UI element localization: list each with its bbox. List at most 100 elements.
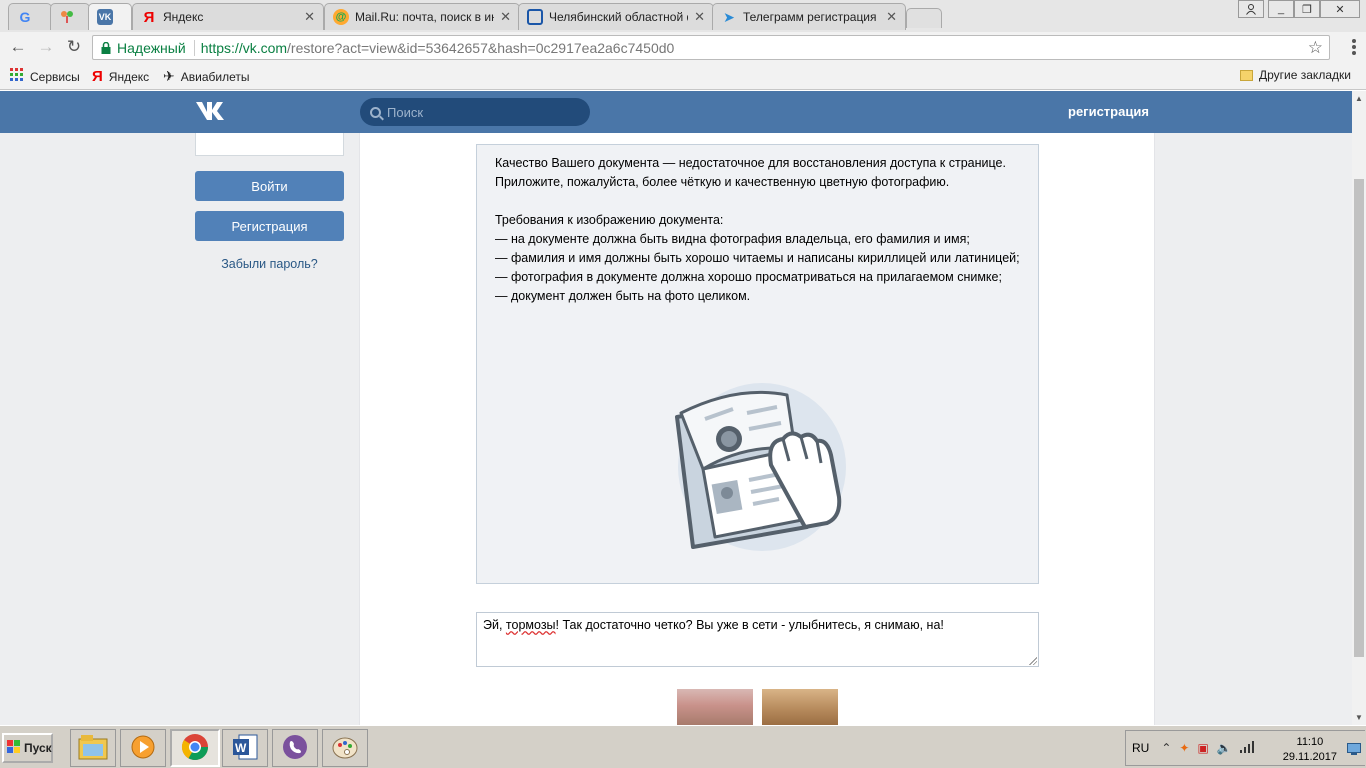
windows-logo-icon <box>7 739 21 757</box>
viber-icon <box>281 733 309 764</box>
paint-icon <box>331 733 359 764</box>
mailru-icon: @ <box>333 9 349 25</box>
bookmark-avia[interactable]: ✈ Авиабилеты <box>163 68 249 85</box>
password-field[interactable] <box>195 133 344 156</box>
bookmark-label: Авиабилеты <box>180 69 250 84</box>
menu-icon[interactable] <box>1352 39 1356 57</box>
start-label: Пуск <box>24 741 52 755</box>
bookmark-label: Сервисы <box>30 69 80 84</box>
file-manager-icon <box>78 734 108 763</box>
tab-strip: G VK Я Яндекс ✕ @ Mail.Ru: почта, поиск … <box>0 0 1366 32</box>
passport-illustration <box>667 377 852 552</box>
comment-rest: ! Так достаточно четко? Вы уже в сети - … <box>555 618 944 632</box>
close-window-button[interactable]: ✕ <box>1320 0 1360 18</box>
login-button[interactable]: Войти <box>195 171 344 201</box>
taskbar-paint[interactable] <box>322 729 368 767</box>
attached-photo-thumbnail[interactable] <box>677 689 753 725</box>
clock-time: 11:10 <box>1296 736 1324 748</box>
taskbar-word[interactable]: W <box>222 729 268 767</box>
signal-icon[interactable] <box>1239 740 1254 756</box>
tray-icons: ⌃ ✦ ▣ 🔈 <box>1161 740 1254 756</box>
taskbar-file-manager[interactable] <box>70 729 116 767</box>
document-icon <box>527 9 543 25</box>
taskbar-chrome[interactable] <box>170 729 220 767</box>
attached-photo-thumbnail[interactable] <box>762 689 838 725</box>
close-icon[interactable]: ✕ <box>694 9 705 25</box>
google-icon: G <box>19 9 31 25</box>
page-scrollbar[interactable]: ▲ ▼ <box>1352 91 1366 725</box>
profile-icon[interactable] <box>1238 0 1264 18</box>
yandex-browser-icon <box>59 9 75 25</box>
vk-logo[interactable] <box>195 100 229 128</box>
bookmark-yandex[interactable]: Я Яндекс <box>92 68 149 85</box>
taskbar-viber[interactable] <box>272 729 318 767</box>
new-tab-button[interactable] <box>906 8 942 28</box>
yandex-icon: Я <box>143 8 155 26</box>
tab-chelyabinsk[interactable]: Челябинский областной ф ✕ <box>518 3 714 30</box>
tab-google[interactable]: G <box>8 3 52 30</box>
search-input[interactable]: Поиск <box>360 98 590 126</box>
minimize-button[interactable]: _ <box>1268 0 1294 18</box>
close-icon[interactable]: ✕ <box>500 9 511 25</box>
tab-vk[interactable]: VK <box>88 3 132 30</box>
forgot-password-link[interactable]: Забыли пароль? <box>195 257 344 271</box>
url-path: /restore?act=view&id=53642657&hash=0c291… <box>287 39 675 56</box>
scroll-up-icon[interactable]: ▲ <box>1355 94 1363 103</box>
tab-telegram[interactable]: ➤ Телеграмм регистрация | ✕ <box>712 3 906 30</box>
chrome-icon <box>180 732 210 765</box>
restore-button[interactable]: ❐ <box>1294 0 1320 18</box>
misspelled-word: тормозы <box>505 618 556 632</box>
other-bookmarks-label: Другие закладки <box>1259 68 1351 82</box>
plane-icon: ✈ <box>163 68 175 84</box>
tab-mailru[interactable]: @ Mail.Ru: почта, поиск в ин ✕ <box>324 3 520 30</box>
bookmark-services[interactable]: Сервисы <box>10 68 80 85</box>
secure-label: Надежный <box>117 39 186 56</box>
address-bar[interactable]: Надежный https://vk.com/restore?act=view… <box>92 35 1330 60</box>
start-button[interactable]: Пуск <box>2 733 53 763</box>
forward-button[interactable]: → <box>34 36 58 58</box>
login-sidebar: Войти Регистрация Забыли пароль? <box>195 133 345 725</box>
register-button[interactable]: Регистрация <box>195 211 344 241</box>
url-text: https://vk.com/restore?act=view&id=53642… <box>201 40 675 56</box>
document-quality-notice: Качество Вашего документа — недостаточно… <box>476 144 1039 584</box>
comment-textarea[interactable]: Эй, тормозы! Так достаточно четко? Вы уж… <box>476 612 1039 667</box>
comment-prefix: Эй, <box>483 618 506 632</box>
search-placeholder: Поиск <box>387 104 424 120</box>
tab-yandex-browser[interactable] <box>50 3 90 30</box>
close-icon[interactable]: ✕ <box>304 9 315 25</box>
tab-yandex[interactable]: Я Яндекс ✕ <box>132 3 324 30</box>
notice-text: Качество Вашего документа — недостаточно… <box>495 156 1020 303</box>
tab-title: Яндекс <box>163 10 204 24</box>
reload-button[interactable]: ↻ <box>62 36 86 58</box>
telegram-icon: ➤ <box>723 8 735 25</box>
url-host: https://vk.com <box>200 39 288 56</box>
vk-header: Поиск регистрация <box>0 91 1352 133</box>
divider <box>193 39 195 56</box>
volume-icon[interactable]: 🔈 <box>1217 741 1232 755</box>
svg-text:W: W <box>235 741 247 755</box>
taskbar: Пуск W RU ⌃ ✦ ▣ 🔈 11:10 29.11.2017 <box>0 725 1366 768</box>
antivirus-icon[interactable]: ✦ <box>1179 741 1189 755</box>
scroll-down-icon[interactable]: ▼ <box>1355 713 1363 722</box>
close-icon[interactable]: ✕ <box>886 9 897 25</box>
tab-title: Челябинский областной ф <box>549 10 689 24</box>
system-tray: RU ⌃ ✦ ▣ 🔈 11:10 29.11.2017 <box>1125 730 1365 766</box>
network-warning-icon[interactable]: ▣ <box>1197 741 1208 755</box>
scroll-thumb[interactable] <box>1354 179 1364 657</box>
clock[interactable]: 11:10 29.11.2017 <box>1283 735 1337 765</box>
browser-toolbar: ← → ↻ Надежный https://vk.com/restore?ac… <box>0 32 1366 62</box>
resize-handle[interactable] <box>1029 657 1037 665</box>
register-link[interactable]: регистрация <box>1068 104 1149 119</box>
show-desktop-icon[interactable] <box>1347 743 1361 758</box>
back-button[interactable]: ← <box>6 36 30 58</box>
bookmark-label: Яндекс <box>108 69 150 84</box>
vk-icon: VK <box>97 9 113 25</box>
show-hidden-icons-icon[interactable]: ⌃ <box>1161 741 1171 755</box>
folder-icon <box>1240 69 1253 81</box>
bookmarks-bar: Сервисы Я Яндекс ✈ Авиабилеты Другие зак… <box>0 62 1366 90</box>
language-indicator[interactable]: RU <box>1132 741 1149 755</box>
apps-grid-icon <box>10 68 24 85</box>
other-bookmarks[interactable]: Другие закладки <box>1240 68 1351 82</box>
taskbar-media-player[interactable] <box>120 729 166 767</box>
bookmark-star-icon[interactable]: ☆ <box>1308 38 1323 58</box>
